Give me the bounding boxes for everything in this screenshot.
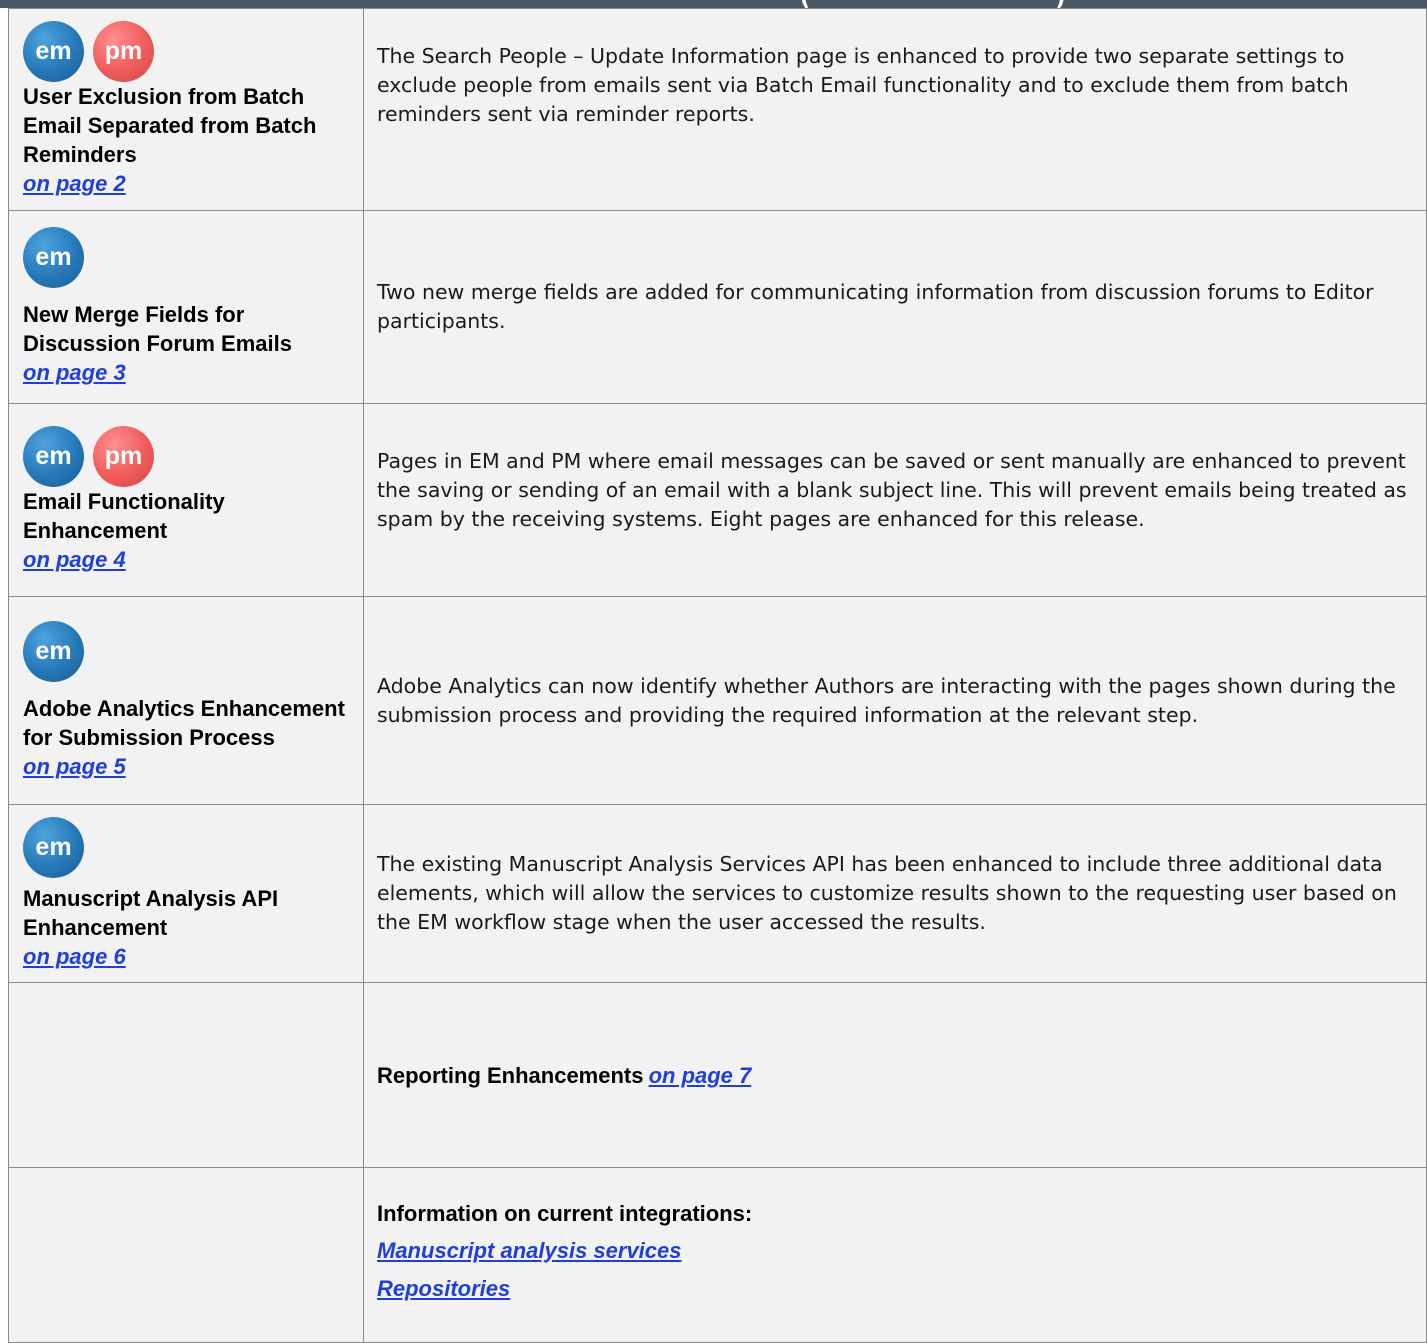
table-row: em pm User Exclusion from Batch Email Se… [8,8,1427,211]
feature-title: Email Functionality Enhancement [23,489,225,543]
description-cell: The existing Manuscript Analysis Service… [363,804,1427,983]
page-link[interactable]: on page 3 [23,360,126,385]
table-row: em Manuscript Analysis API Enhancement o… [8,804,1427,983]
product-badges: em pm [23,426,357,487]
manuscript-analysis-services-link[interactable]: Manuscript analysis services [377,1236,1420,1265]
reporting-cell: Reporting Enhancements on page 7 [363,982,1427,1168]
em-badge-icon: em [23,426,84,487]
feature-cell [8,1167,364,1343]
feature-cell [8,982,364,1168]
table-row: em New Merge Fields for Discussion Forum… [8,210,1427,404]
em-badge-icon: em [23,21,84,82]
table-row: Reporting Enhancements on page 7 [8,982,1427,1168]
features-table: em pm User Exclusion from Batch Email Se… [8,8,1427,1343]
product-badges: em pm [23,21,357,82]
description-cell: Two new merge fields are added for commu… [363,210,1427,404]
product-badges: em [23,816,357,878]
feature-cell: em New Merge Fields for Discussion Forum… [8,210,364,404]
feature-description: The existing Manuscript Analysis Service… [377,852,1397,934]
table-row: em pm Email Functionality Enhancement on… [8,403,1427,597]
table-row: Information on current integrations: Man… [8,1167,1427,1343]
feature-cell: em Manuscript Analysis API Enhancement o… [8,804,364,983]
page-link[interactable]: on page 4 [23,547,126,572]
product-badges: em [23,227,357,288]
feature-description: Adobe Analytics can now identify whether… [377,673,1396,727]
table-row: em Adobe Analytics Enhancement for Submi… [8,596,1427,805]
product-badges: em [23,620,357,682]
feature-cell: em pm Email Functionality Enhancement on… [8,403,364,597]
pm-badge-icon: pm [93,21,154,82]
feature-title: Manuscript Analysis API Enhancement [23,885,279,940]
page-link[interactable]: on page 5 [23,754,126,779]
em-badge-icon: em [23,227,84,288]
page-link[interactable]: on page 2 [23,171,126,196]
integrations-heading: Information on current integrations: [377,1200,753,1226]
description-cell: Pages in EM and PM where email messages … [363,403,1427,597]
feature-title: User Exclusion from Batch Email Separate… [23,84,317,167]
feature-title: New Merge Fields for Discussion Forum Em… [23,302,292,356]
pm-badge-icon: pm [93,426,154,487]
feature-title: Adobe Analytics Enhancement for Submissi… [23,695,345,750]
integrations-cell: Information on current integrations: Man… [363,1167,1427,1343]
feature-description: Pages in EM and PM where email messages … [377,448,1407,531]
em-badge-icon: em [23,620,84,682]
feature-cell: em pm User Exclusion from Batch Email Se… [8,8,364,211]
feature-description: Two new merge fields are added for commu… [377,280,1374,333]
header-bar: ( ) [0,0,1427,8]
description-cell: The Search People – Update Information p… [363,8,1427,211]
page-link[interactable]: on page 7 [649,1063,752,1088]
reporting-label: Reporting Enhancements [377,1062,644,1088]
repositories-link[interactable]: Repositories [377,1274,1420,1303]
feature-description: The Search People – Update Information p… [377,44,1349,126]
header-title-fragment: ( ) [800,0,1066,8]
em-badge-icon: em [23,816,84,878]
page-link[interactable]: on page 6 [23,944,126,969]
feature-cell: em Adobe Analytics Enhancement for Submi… [8,596,364,805]
description-cell: Adobe Analytics can now identify whether… [363,596,1427,805]
